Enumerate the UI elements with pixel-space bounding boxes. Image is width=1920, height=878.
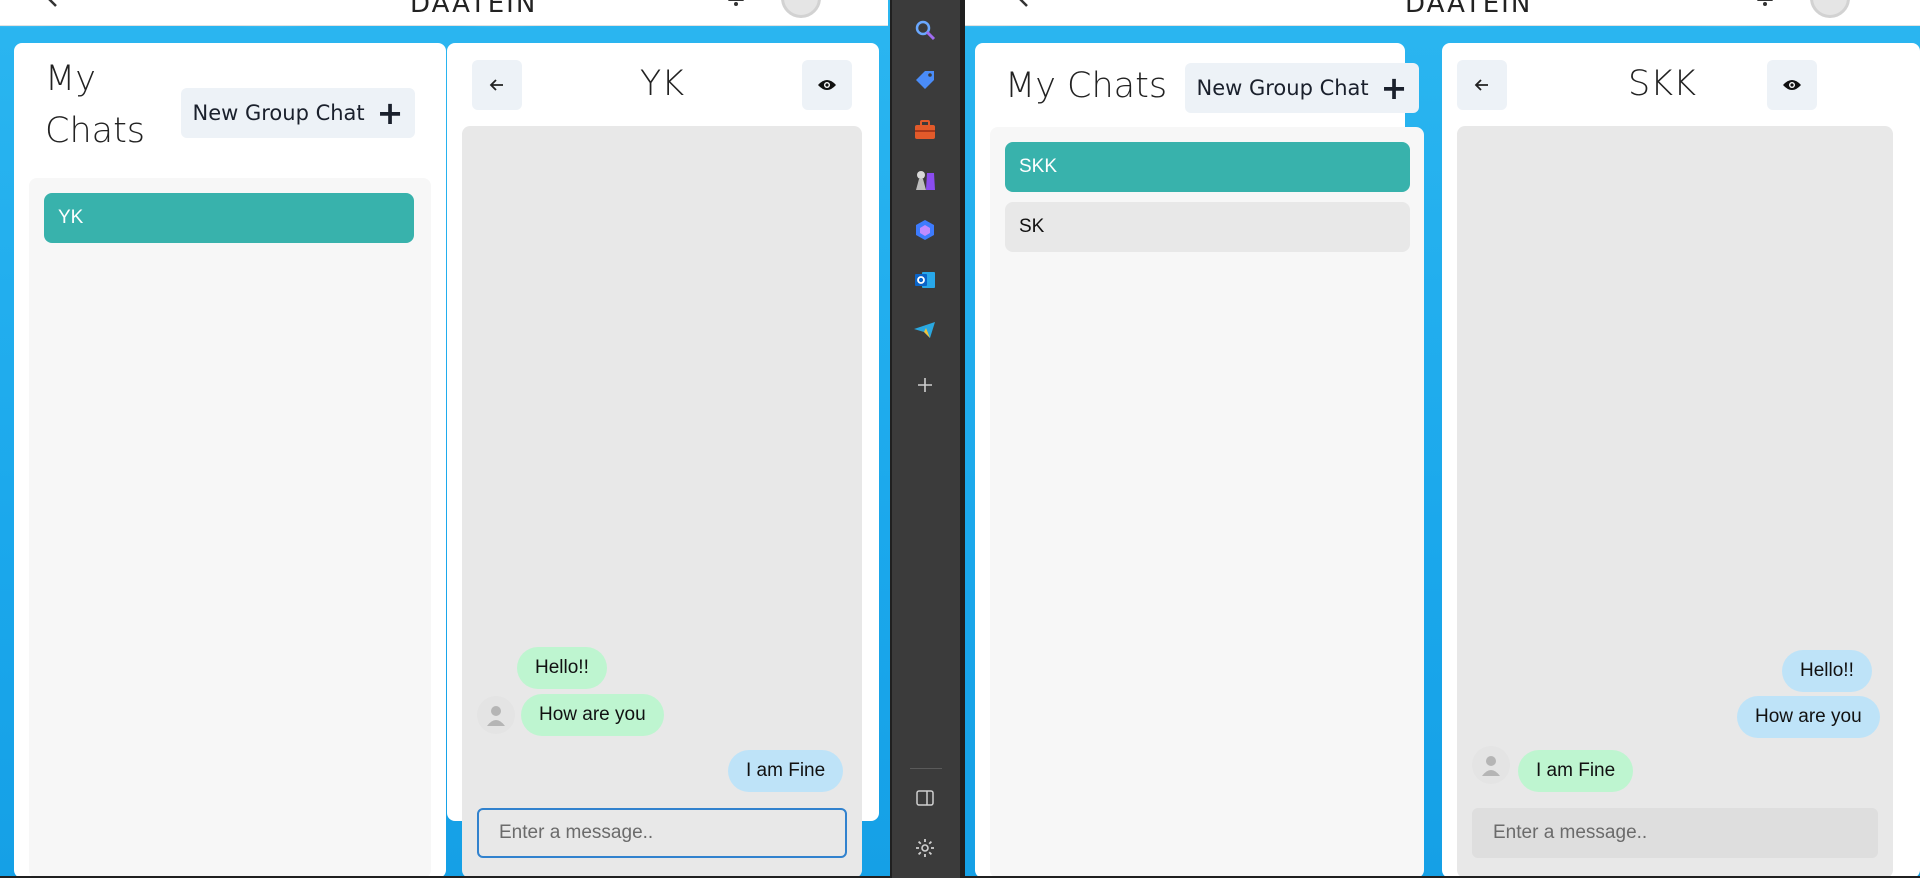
sender-avatar[interactable] (477, 696, 515, 734)
message-input[interactable] (477, 808, 847, 858)
back-button[interactable] (472, 60, 522, 110)
chat-title: SKK (1627, 64, 1697, 104)
shopping-tag-icon[interactable] (906, 61, 944, 99)
message-bubble: I am Fine (728, 750, 844, 792)
message-bubble: Hello!! (517, 647, 607, 689)
top-bar: DAATEIN (965, 0, 1920, 26)
my-chats-title: My Chats (1005, 66, 1168, 106)
chat-list: YK (29, 178, 431, 878)
sidebar-divider (910, 768, 942, 769)
add-icon[interactable] (906, 366, 944, 404)
chat-item-sk[interactable]: SK (1005, 202, 1410, 252)
message-bubble: Hello!! (1782, 650, 1872, 692)
my-chats-panel: My Chats New Group Chat + YK (14, 43, 446, 878)
new-group-chat-label: New Group Chat (1196, 76, 1369, 100)
top-bar: DAATEIN (0, 0, 888, 26)
tools-icon[interactable] (906, 111, 944, 149)
settings-icon[interactable] (906, 829, 944, 867)
left-app-window: DAATEIN My Chats New Group Chat + YK YK (0, 0, 890, 878)
screen: DAATEIN My Chats New Group Chat + YK YK (0, 0, 1920, 878)
sidebar-toggle-icon[interactable] (906, 779, 944, 817)
view-profile-button[interactable] (1767, 60, 1817, 110)
message-area: Hello!! How are you I am Fine (462, 126, 862, 878)
arrow-left-icon (489, 79, 503, 91)
eye-icon (818, 80, 836, 90)
app-title: DAATEIN (410, 0, 538, 19)
plus-icon: + (1380, 69, 1408, 107)
arrow-left-icon (1474, 79, 1488, 91)
search-icon[interactable] (906, 11, 944, 49)
message-area: Hello!! How are you I am Fine (1457, 126, 1893, 878)
chat-item-label: YK (58, 207, 84, 228)
bell-icon[interactable] (726, 0, 746, 6)
browser-sidebar (892, 0, 960, 878)
message-bubble: How are you (1737, 696, 1880, 738)
my-chats-panel: My Chats New Group Chat + SKK SK (975, 43, 1424, 878)
chat-list: SKK SK (990, 127, 1424, 878)
bell-icon[interactable] (1755, 0, 1775, 6)
user-icon (1482, 756, 1500, 776)
my-chats-title: My Chats (45, 59, 146, 151)
chat-item-label: SKK (1019, 156, 1058, 177)
telegram-icon[interactable] (906, 311, 944, 349)
new-group-chat-label: New Group Chat (192, 101, 365, 125)
user-icon (487, 706, 505, 726)
outlook-icon[interactable] (906, 261, 944, 299)
message-bubble: I am Fine (1518, 750, 1634, 792)
conversation-panel: YK Hello!! How are you I am Fine (447, 43, 879, 878)
conversation-panel: SKK Hello!! How are you I am Fine (1442, 43, 1920, 878)
view-profile-button[interactable] (802, 60, 852, 110)
plus-icon: + (376, 94, 404, 132)
back-arrow-icon[interactable] (44, 0, 64, 10)
new-group-chat-button[interactable]: New Group Chat + (181, 88, 415, 138)
profile-avatar[interactable] (1810, 0, 1850, 18)
profile-avatar[interactable] (781, 0, 821, 18)
message-input[interactable] (1472, 808, 1878, 858)
message-bubble: How are you (521, 694, 664, 736)
games-icon[interactable] (906, 161, 944, 199)
chat-title: YK (639, 64, 685, 104)
back-arrow-icon[interactable] (1015, 0, 1035, 10)
app-title: DAATEIN (1405, 0, 1533, 19)
back-button[interactable] (1457, 60, 1507, 110)
copilot-icon[interactable] (906, 211, 944, 249)
new-group-chat-button[interactable]: New Group Chat + (1185, 63, 1419, 113)
eye-icon (1783, 80, 1801, 90)
chat-item-skk[interactable]: SKK (1005, 142, 1410, 192)
right-app-window: DAATEIN My Chats New Group Chat + SKK SK (965, 0, 1920, 878)
chat-item-yk[interactable]: YK (44, 193, 414, 243)
sender-avatar[interactable] (1472, 746, 1510, 784)
chat-item-label: SK (1019, 216, 1045, 237)
